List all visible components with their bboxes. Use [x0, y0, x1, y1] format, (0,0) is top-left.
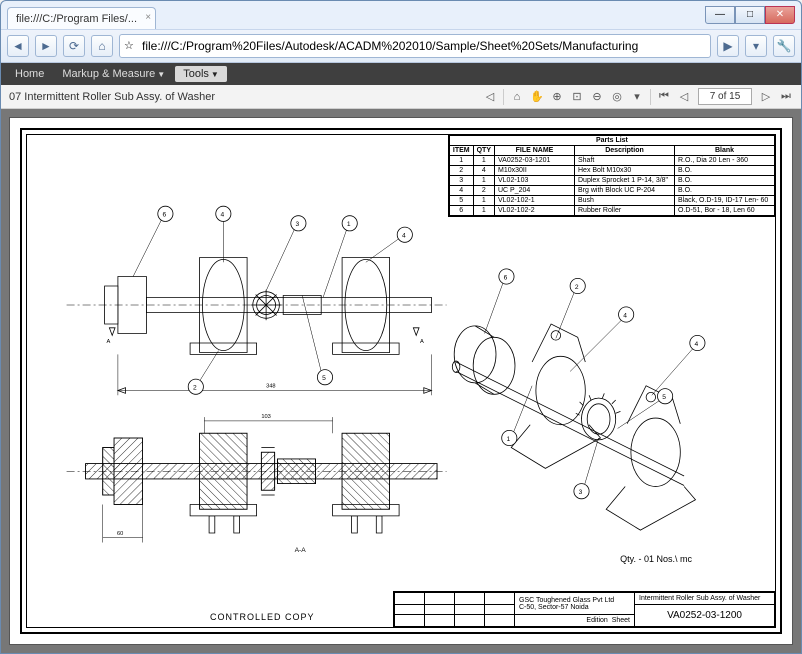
zoom-in-icon[interactable]: ⊕ [548, 88, 566, 106]
views-icon[interactable]: ▾ [628, 88, 646, 106]
menu-home[interactable]: Home [7, 66, 52, 82]
svg-text:2: 2 [575, 284, 579, 291]
table-row: 31VL02-103Duplex Sprocket 1 P-14, 3/8"B.… [449, 176, 774, 186]
svg-text:5: 5 [322, 375, 326, 382]
svg-text:2: 2 [193, 385, 197, 392]
forward-button[interactable]: ► [35, 35, 57, 57]
go-button[interactable]: ▶ [717, 35, 739, 57]
table-row: 51VL02-102-1BushBlack, O.D-19, ID-17 Len… [449, 196, 774, 206]
svg-text:A-A: A-A [295, 547, 307, 554]
wrench-icon[interactable]: 🔧 [773, 35, 795, 57]
zoom-out-icon[interactable]: ⊖ [588, 88, 606, 106]
table-row: 24M10x30IIHex Bolt M10x30B.O. [449, 166, 774, 176]
viewer-toolbar: 07 Intermittent Roller Sub Assy. of Wash… [1, 85, 801, 109]
home-button[interactable]: ⌂ [91, 35, 113, 57]
maximize-button[interactable]: □ [735, 6, 765, 24]
next-page-icon[interactable]: ▷ [757, 88, 775, 106]
address-toolbar: ◄ ► ⟳ ⌂ ☆ ▶ ▾ 🔧 [1, 29, 801, 63]
app-menubar: Home Markup & Measure▼ Tools▼ [1, 63, 801, 85]
svg-text:3: 3 [579, 489, 583, 496]
chevron-down-icon: ▼ [157, 70, 165, 79]
pan-icon[interactable]: ✋ [528, 88, 546, 106]
tab-close-icon[interactable]: × [145, 12, 151, 23]
orbit-icon[interactable]: ◎ [608, 88, 626, 106]
svg-text:4: 4 [221, 212, 225, 219]
browser-tab[interactable]: file:///C:/Program Files/... × [7, 7, 156, 29]
minimize-button[interactable]: — [705, 6, 735, 24]
favicon-icon: ☆ [124, 39, 138, 53]
table-row: 11VA0252-03-1201ShaftR.O., Dia 20 Len - … [449, 156, 774, 166]
back-icon[interactable]: ◁ [481, 88, 499, 106]
page-indicator[interactable]: 7 of 15 [698, 88, 752, 105]
svg-text:6: 6 [163, 212, 167, 219]
chevron-down-icon: ▼ [211, 70, 219, 79]
svg-text:60: 60 [117, 531, 123, 537]
svg-text:4: 4 [695, 341, 699, 348]
window-titlebar: file:///C:/Program Files/... × — □ ✕ [1, 1, 801, 29]
svg-text:4: 4 [402, 233, 406, 240]
svg-text:6: 6 [504, 274, 508, 281]
last-page-icon[interactable]: ⏭ [777, 88, 795, 106]
title-block: GSC Toughened Glass Pvt Ltd C-50, Sector… [393, 591, 776, 628]
zoom-window-icon[interactable]: ⊡ [568, 88, 586, 106]
svg-text:1: 1 [506, 436, 510, 443]
home-icon[interactable]: ⌂ [508, 88, 526, 106]
drawing-viewport[interactable]: A A 348 6 4 3 [1, 109, 801, 653]
document-title: 07 Intermittent Roller Sub Assy. of Wash… [7, 91, 481, 103]
prev-page-icon[interactable]: ◁ [675, 88, 693, 106]
controlled-copy-stamp: CONTROLLED COPY [210, 612, 315, 622]
first-page-icon[interactable]: ⏮ [655, 88, 673, 106]
menu-tools[interactable]: Tools▼ [175, 66, 227, 82]
svg-text:348: 348 [266, 384, 276, 390]
svg-text:1: 1 [347, 221, 351, 228]
svg-text:103: 103 [261, 414, 271, 420]
address-bar[interactable]: ☆ [119, 34, 711, 58]
address-input[interactable] [142, 39, 706, 53]
table-row: 42UC P_204Brg with Block UC P-204B.O. [449, 186, 774, 196]
drawing-sheet: A A 348 6 4 3 [9, 117, 793, 645]
menu-markup[interactable]: Markup & Measure▼ [54, 66, 173, 82]
svg-text:3: 3 [296, 221, 300, 228]
table-row: 61VL02-102-2Rubber RollerO.D-51, Bor - 1… [449, 206, 774, 216]
svg-text:5: 5 [662, 394, 666, 401]
reload-button[interactable]: ⟳ [63, 35, 85, 57]
svg-text:A: A [107, 339, 111, 345]
qty-note: Qty. - 01 Nos.\ mc [620, 554, 692, 564]
back-button[interactable]: ◄ [7, 35, 29, 57]
parts-list-table: Parts List ITEMQTY FILE NAME Description… [448, 134, 776, 217]
svg-text:A: A [420, 339, 424, 345]
page-menu-button[interactable]: ▾ [745, 35, 767, 57]
svg-text:4: 4 [623, 312, 627, 319]
tab-title: file:///C:/Program Files/... [16, 13, 137, 25]
close-button[interactable]: ✕ [765, 6, 795, 24]
